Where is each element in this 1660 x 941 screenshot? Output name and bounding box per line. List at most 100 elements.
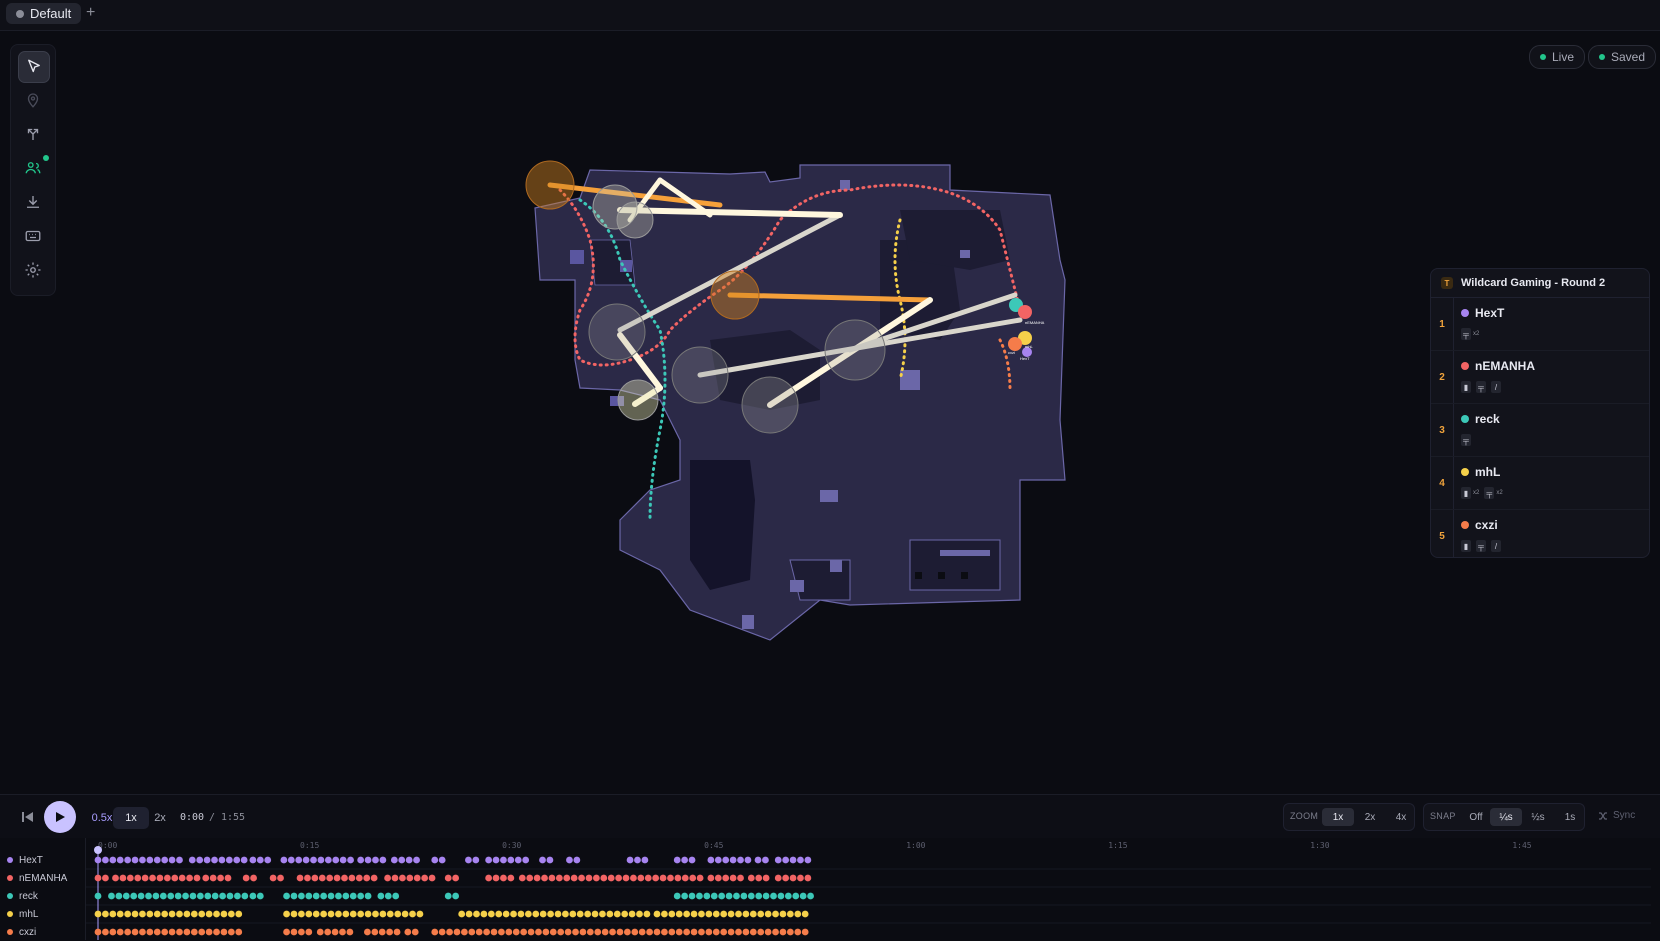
timeline-event-dot[interactable]	[280, 856, 288, 864]
timeline-event-dot[interactable]	[562, 910, 569, 918]
timeline-event-dot[interactable]	[555, 874, 563, 882]
timeline-event-dot[interactable]	[404, 928, 412, 936]
timeline-event-dot[interactable]	[505, 928, 513, 936]
timeline-event-dot[interactable]	[219, 892, 226, 900]
timeline-event-dot[interactable]	[349, 910, 357, 918]
timeline-event-dot[interactable]	[725, 892, 733, 900]
timeline-event-dot[interactable]	[507, 856, 515, 864]
route-tool-button[interactable]	[18, 119, 48, 149]
timeline-event-dot[interactable]	[646, 928, 653, 936]
timeline-event-dot[interactable]	[707, 874, 715, 882]
timeline-event-dot[interactable]	[782, 856, 790, 864]
timeline-event-dot[interactable]	[363, 874, 371, 882]
timeline-player-reck[interactable]: reck	[7, 887, 38, 905]
timeline-event-dot[interactable]	[475, 928, 483, 936]
timeline-event-dot[interactable]	[176, 928, 183, 936]
keyboard-tool-button[interactable]	[18, 221, 48, 251]
timeline-event-dot[interactable]	[326, 874, 334, 882]
timeline-event-dot[interactable]	[569, 910, 577, 918]
timeline-event-dot[interactable]	[714, 856, 722, 864]
timeline-event-dot[interactable]	[661, 910, 668, 918]
timeline-event-dot[interactable]	[578, 874, 585, 882]
timeline-event-dot[interactable]	[364, 892, 372, 900]
timeline-event-dot[interactable]	[674, 874, 682, 882]
timeline-event-dot[interactable]	[131, 910, 139, 918]
timeline-event-dot[interactable]	[789, 856, 797, 864]
timeline-event-dot[interactable]	[102, 856, 109, 864]
timeline-event-dot[interactable]	[390, 856, 398, 864]
snap-1s-button[interactable]: 1s	[1554, 808, 1586, 826]
timeline-event-dot[interactable]	[644, 874, 652, 882]
timeline-event-dot[interactable]	[438, 928, 446, 936]
timeline-event-dot[interactable]	[384, 874, 392, 882]
timeline-event-dot[interactable]	[233, 856, 241, 864]
timeline-event-dot[interactable]	[524, 910, 532, 918]
timeline-event-dot[interactable]	[394, 910, 402, 918]
timeline-event-dot[interactable]	[211, 892, 219, 900]
timeline-event-dot[interactable]	[465, 910, 473, 918]
timeline-event-dot[interactable]	[174, 892, 182, 900]
timeline-event-dot[interactable]	[492, 874, 500, 882]
timeline-event-dot[interactable]	[757, 928, 765, 936]
timeline-event-dot[interactable]	[305, 910, 313, 918]
timeline-event-dot[interactable]	[735, 910, 742, 918]
timeline-event-dot[interactable]	[801, 928, 809, 936]
timeline-event-dot[interactable]	[804, 856, 812, 864]
timeline-event-dot[interactable]	[799, 892, 807, 900]
timeline-event-dot[interactable]	[421, 874, 429, 882]
timeline-event-dot[interactable]	[139, 910, 146, 918]
timeline-event-dot[interactable]	[500, 856, 507, 864]
timeline-event-dot[interactable]	[324, 928, 332, 936]
timeline-event-dot[interactable]	[772, 928, 779, 936]
timeline-event-dot[interactable]	[606, 910, 614, 918]
timeline-event-dot[interactable]	[379, 910, 387, 918]
timeline-event-dot[interactable]	[364, 910, 372, 918]
timeline-event-dot[interactable]	[526, 874, 534, 882]
timeline-event-dot[interactable]	[283, 892, 290, 900]
timeline-event-dot[interactable]	[167, 892, 175, 900]
timeline-event-dot[interactable]	[327, 910, 335, 918]
timeline-event-dot[interactable]	[386, 910, 394, 918]
timeline-event-dot[interactable]	[227, 928, 235, 936]
timeline-event-dot[interactable]	[124, 928, 132, 936]
timeline-event-dot[interactable]	[335, 892, 342, 900]
timeline-event-dot[interactable]	[235, 928, 243, 936]
timeline-event-dot[interactable]	[487, 910, 495, 918]
timeline-event-dot[interactable]	[249, 856, 257, 864]
timeline-event-dot[interactable]	[510, 910, 517, 918]
timeline-event-dot[interactable]	[349, 892, 357, 900]
timeline-event-dot[interactable]	[729, 856, 737, 864]
play-button[interactable]	[44, 801, 76, 833]
timeline-event-dot[interactable]	[124, 910, 132, 918]
timeline-event-dot[interactable]	[696, 892, 703, 900]
timeline-event-dot[interactable]	[733, 892, 740, 900]
timeline-event-dot[interactable]	[533, 874, 541, 882]
player-row-nemanha[interactable]: 2 nEMANHA ▮ ╤ /	[1431, 351, 1649, 404]
timeline-event-dot[interactable]	[357, 892, 365, 900]
timeline-event-dot[interactable]	[535, 928, 542, 936]
timeline-event-dot[interactable]	[112, 874, 119, 882]
timeline-event-dot[interactable]	[153, 928, 161, 936]
timeline-event-dot[interactable]	[264, 856, 272, 864]
timeline-event-dot[interactable]	[517, 910, 525, 918]
timeline-event-dot[interactable]	[749, 928, 757, 936]
timeline-event-dot[interactable]	[240, 856, 248, 864]
timeline-event-dot[interactable]	[317, 856, 325, 864]
timeline-event-dot[interactable]	[205, 910, 213, 918]
timeline-event-dot[interactable]	[218, 856, 226, 864]
timeline-event-dot[interactable]	[747, 874, 755, 882]
timeline-event-dot[interactable]	[339, 928, 346, 936]
timeline-event-dot[interactable]	[290, 910, 298, 918]
timeline-event-dot[interactable]	[198, 928, 206, 936]
timeline-event-dot[interactable]	[490, 928, 498, 936]
timeline-event-dot[interactable]	[480, 910, 488, 918]
timeline-event-dot[interactable]	[333, 874, 341, 882]
timeline-event-dot[interactable]	[616, 928, 624, 936]
timeline-event-dot[interactable]	[520, 928, 528, 936]
timeline-event-dot[interactable]	[777, 892, 785, 900]
timeline-event-dot[interactable]	[190, 928, 198, 936]
timeline-event-dot[interactable]	[779, 910, 787, 918]
timeline-event-dot[interactable]	[357, 910, 365, 918]
timeline-event-dot[interactable]	[406, 874, 414, 882]
timeline-event-dot[interactable]	[675, 928, 683, 936]
